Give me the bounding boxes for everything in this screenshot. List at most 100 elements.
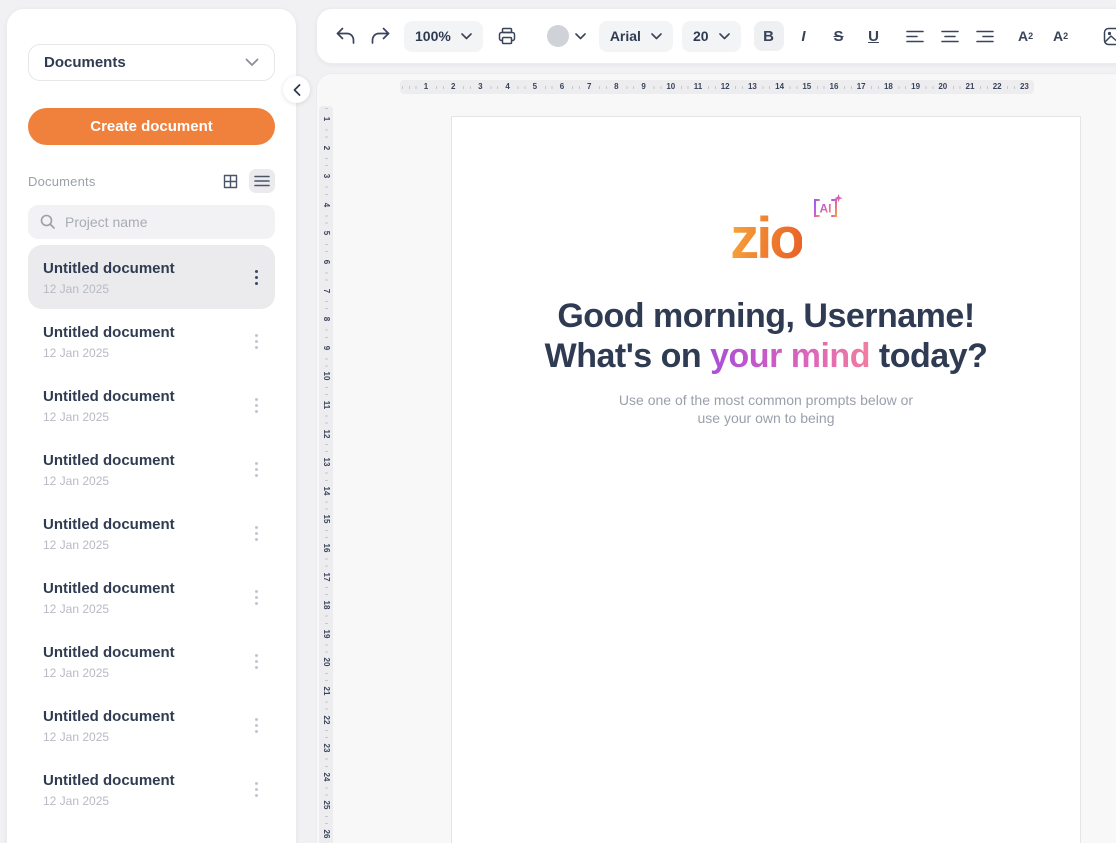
document-page[interactable]: zio AI Good mor <box>451 116 1081 843</box>
document-list-item[interactable]: Untitled document 12 Jan 2025 <box>28 565 275 629</box>
color-swatch <box>547 25 569 47</box>
print-button[interactable] <box>492 21 522 51</box>
ruler-number: 26 <box>321 827 331 842</box>
zoom-dropdown[interactable]: 100% <box>404 21 483 52</box>
document-date: 12 Jan 2025 <box>43 282 175 296</box>
subscript-base: A <box>1053 28 1063 44</box>
strikethrough-button[interactable]: S <box>824 21 854 51</box>
subscript-mark: 2 <box>1063 31 1068 41</box>
ruler-number: 8 <box>611 82 621 92</box>
align-center-button[interactable] <box>935 21 965 51</box>
ruler-number: 20 <box>935 82 950 92</box>
text-color-button[interactable] <box>544 21 590 51</box>
document-list-item[interactable]: Untitled document 12 Jan 2025 <box>28 309 275 373</box>
horizontal-ruler[interactable]: 1234567891011121314151617181920212223 <box>400 80 1034 94</box>
document-list-item[interactable]: Untitled document 12 Jan 2025 <box>28 757 275 821</box>
ruler-number: 14 <box>772 82 787 92</box>
undo-icon <box>335 27 356 45</box>
superscript-button[interactable]: A2 <box>1011 21 1041 51</box>
italic-button[interactable]: I <box>789 21 819 51</box>
document-item-texts: Untitled document 12 Jan 2025 <box>43 579 175 616</box>
greeting-line2-prefix: What's on <box>545 337 711 375</box>
superscript-mark: 2 <box>1028 31 1033 41</box>
ruler-number: 18 <box>881 82 896 92</box>
ruler-number: 17 <box>854 82 869 92</box>
ruler-number: 5 <box>321 228 331 238</box>
workspace-selector[interactable]: Documents <box>28 44 275 81</box>
grid-view-button[interactable] <box>217 169 243 193</box>
document-title: Untitled document <box>43 579 175 599</box>
zoom-value: 100% <box>415 28 451 44</box>
document-menu-button[interactable] <box>243 326 269 356</box>
app-root: { "sidebar": { "workspace_selector": { "… <box>0 0 1116 843</box>
search-input[interactable] <box>65 214 263 230</box>
ruler-number: 16 <box>827 82 842 92</box>
font-family-dropdown[interactable]: Arial <box>599 21 673 52</box>
document-menu-button[interactable] <box>243 774 269 804</box>
document-list-item[interactable]: Untitled document 12 Jan 2025 <box>28 629 275 693</box>
document-list-item[interactable]: Untitled document 12 Jan 2025 <box>28 437 275 501</box>
chevron-down-icon <box>651 33 662 40</box>
font-size-dropdown[interactable]: 20 <box>682 21 741 52</box>
document-menu-button[interactable] <box>243 518 269 548</box>
ruler-number: 23 <box>1017 82 1032 92</box>
grid-view-icon <box>222 173 239 190</box>
redo-button[interactable] <box>365 21 395 51</box>
svg-text:AI: AI <box>819 202 831 216</box>
ruler-number: 5 <box>530 82 540 92</box>
align-right-icon <box>976 30 994 43</box>
bold-button[interactable]: B <box>754 21 784 51</box>
create-document-button[interactable]: Create document <box>28 108 275 145</box>
document-menu-button[interactable] <box>243 582 269 612</box>
ruler-number: 25 <box>321 798 331 813</box>
document-title: Untitled document <box>43 515 175 535</box>
ruler-number: 23 <box>321 741 331 756</box>
view-toggle-group <box>217 169 275 193</box>
document-date: 12 Jan 2025 <box>43 346 175 360</box>
align-left-button[interactable] <box>900 21 930 51</box>
document-date: 12 Jan 2025 <box>43 794 175 808</box>
document-list-item[interactable]: Untitled document 12 Jan 2025 <box>28 245 275 309</box>
document-list-item[interactable]: Untitled document 12 Jan 2025 <box>28 693 275 757</box>
document-menu-button[interactable] <box>243 390 269 420</box>
undo-button[interactable] <box>330 21 360 51</box>
document-menu-button[interactable] <box>243 646 269 676</box>
ruler-number: 4 <box>502 82 512 92</box>
document-list-item[interactable]: Untitled document 12 Jan 2025 <box>28 373 275 437</box>
ruler-number: 9 <box>638 82 648 92</box>
ruler-number: 9 <box>321 343 331 353</box>
document-date: 12 Jan 2025 <box>43 602 175 616</box>
font-family-value: Arial <box>610 28 641 44</box>
editor-toolbar: 100% Arial 20 B I S U <box>316 8 1116 64</box>
vertical-ruler[interactable]: 1234567891011121314151617181920212223242… <box>319 106 333 843</box>
document-date: 12 Jan 2025 <box>43 474 175 488</box>
list-view-button[interactable] <box>249 169 275 193</box>
document-menu-button[interactable] <box>243 262 269 292</box>
underline-button[interactable]: U <box>859 21 889 51</box>
insert-image-button[interactable] <box>1098 21 1116 51</box>
ruler-number: 17 <box>321 569 331 584</box>
ruler-number: 10 <box>663 82 678 92</box>
document-menu-button[interactable] <box>243 454 269 484</box>
document-title: Untitled document <box>43 643 175 663</box>
document-item-texts: Untitled document 12 Jan 2025 <box>43 451 175 488</box>
document-list-item[interactable]: Untitled document 12 Jan 2025 <box>28 501 275 565</box>
document-item-texts: Untitled document 12 Jan 2025 <box>43 323 175 360</box>
collapse-sidebar-button[interactable] <box>283 76 310 103</box>
chevron-left-icon <box>293 84 301 96</box>
ruler-number: 18 <box>321 598 331 613</box>
document-date: 12 Jan 2025 <box>43 666 175 680</box>
ruler-number: 22 <box>321 712 331 727</box>
document-item-texts: Untitled document 12 Jan 2025 <box>43 515 175 552</box>
document-title: Untitled document <box>43 451 175 471</box>
greeting-highlight: your mind <box>710 337 870 375</box>
document-item-texts: Untitled document 12 Jan 2025 <box>43 387 175 424</box>
subscript-button[interactable]: A2 <box>1046 21 1076 51</box>
zio-logo: zio <box>730 206 802 271</box>
ruler-number: 1 <box>421 82 431 92</box>
ruler-number: 13 <box>745 82 760 92</box>
document-menu-button[interactable] <box>243 710 269 740</box>
align-right-button[interactable] <box>970 21 1000 51</box>
chevron-down-icon <box>461 33 472 40</box>
ruler-number: 12 <box>718 82 733 92</box>
